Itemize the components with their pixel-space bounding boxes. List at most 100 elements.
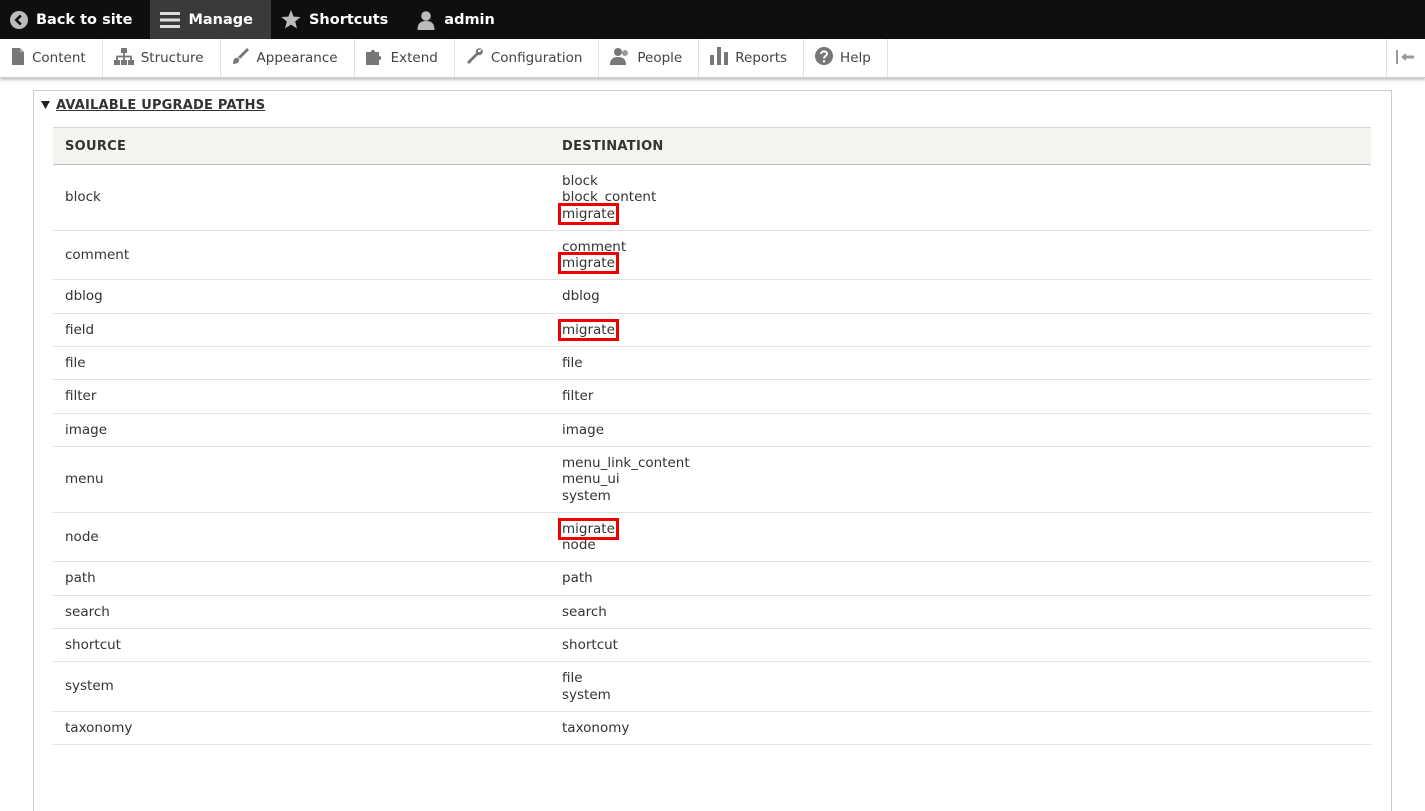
table-row: block block block_content migrate: [53, 164, 1371, 231]
table-row: menu menu_link_content menu_ui system: [53, 446, 1371, 513]
paintbrush-icon: [232, 47, 250, 69]
table-row: filter filter: [53, 379, 1371, 414]
destination-module: path: [562, 570, 593, 587]
file-icon: [11, 47, 25, 69]
source-cell: comment: [53, 230, 550, 281]
destination-module: migrate: [558, 252, 619, 275]
manage-tab[interactable]: Manage: [150, 0, 271, 39]
tray-item-label: Content: [32, 50, 86, 66]
table-row: path path: [53, 561, 1371, 596]
tray-item-label: Structure: [140, 50, 204, 66]
tray-item-label: Reports: [735, 50, 788, 66]
source-cell: taxonomy: [53, 711, 550, 746]
tray-item-content[interactable]: Content: [0, 39, 103, 77]
admin-toolbar: Back to site Manage Shortcuts admin: [0, 0, 1425, 39]
destination-cell: image: [550, 413, 1371, 447]
table-row: system file system: [53, 661, 1371, 712]
tray-item-label: Configuration: [490, 50, 583, 66]
shortcuts-tab[interactable]: Shortcuts: [271, 0, 406, 39]
table-row: node migrate node: [53, 512, 1371, 563]
table-row: file file: [53, 346, 1371, 381]
table-row: shortcut shortcut: [53, 628, 1371, 663]
source-cell: block: [53, 164, 550, 231]
destination-module: comment: [562, 238, 627, 255]
user-label: admin: [444, 11, 495, 28]
tray-item-people[interactable]: People: [599, 39, 700, 77]
hamburger-icon: [160, 11, 181, 29]
destination-module: file: [562, 355, 583, 372]
destination-cell: path: [550, 561, 1371, 596]
source-cell: image: [53, 413, 550, 447]
back-arrow-icon: [10, 10, 28, 29]
bar-chart-icon: [710, 47, 729, 69]
tray-item-structure[interactable]: Structure: [103, 39, 221, 77]
destination-module: file: [562, 670, 583, 687]
destination-module: node: [562, 537, 596, 554]
destination-module: dblog: [562, 288, 600, 305]
user-tab[interactable]: admin: [406, 0, 513, 39]
tray-item-label: Extend: [390, 50, 438, 66]
destination-cell: filter: [550, 379, 1371, 414]
destination-module: menu_link_content: [562, 454, 690, 471]
table-body: block block block_content migrate comment com…: [53, 164, 1371, 746]
source-cell: system: [53, 661, 550, 712]
tray-item-label: People: [637, 50, 683, 66]
tray-item-appearance[interactable]: Appearance: [221, 39, 355, 77]
shortcuts-label: Shortcuts: [308, 11, 389, 28]
source-cell: file: [53, 346, 550, 381]
tray-item-configuration[interactable]: Configuration: [455, 39, 600, 77]
people-icon: [610, 47, 630, 69]
table-row: taxonomy taxonomy: [53, 711, 1371, 746]
destination-module: system: [562, 686, 611, 703]
destination-module: migrate: [558, 202, 619, 225]
upgrade-paths-details: AVAILABLE UPGRADE PATHS SOURCE DESTINATI…: [33, 90, 1392, 811]
tray-item-label: Help: [840, 50, 871, 66]
destination-module: block_content: [562, 189, 657, 206]
admin-tray: Content Structure Appearance Extend Conf…: [0, 39, 1425, 78]
wrench-icon: [466, 47, 484, 69]
back-to-site-link[interactable]: Back to site: [0, 0, 150, 39]
sitemap-icon: [113, 47, 134, 69]
destination-module: shortcut: [562, 637, 618, 654]
destination-module: filter: [562, 388, 594, 405]
destination-module: system: [562, 487, 611, 504]
source-cell: search: [53, 595, 550, 630]
tray-item-extend[interactable]: Extend: [355, 39, 455, 77]
destination-module: migrate: [558, 517, 619, 540]
table-row: comment comment migrate: [53, 230, 1371, 281]
back-to-site-label: Back to site: [36, 11, 133, 28]
destination-cell: search: [550, 595, 1371, 630]
destination-cell: migrate: [550, 313, 1371, 348]
summary-label: AVAILABLE UPGRADE PATHS: [56, 98, 266, 113]
help-icon: [815, 47, 834, 69]
tray-item-help[interactable]: Help: [804, 39, 888, 77]
puzzle-icon: [365, 47, 384, 69]
upgrade-paths-table: SOURCE DESTINATION block block block_conte…: [53, 127, 1371, 746]
destination-column-header: DESTINATION: [550, 127, 1371, 165]
table-row: image image: [53, 413, 1371, 447]
tray-item-label: Appearance: [256, 50, 338, 66]
destination-module: block: [562, 173, 598, 189]
star-icon: [281, 10, 301, 29]
destination-cell: shortcut: [550, 628, 1371, 663]
upgrade-paths-summary[interactable]: AVAILABLE UPGRADE PATHS: [41, 98, 265, 113]
tray-orientation-toggle[interactable]: [1386, 39, 1425, 77]
tray-item-reports[interactable]: Reports: [699, 39, 805, 77]
destination-cell: migrate node: [550, 512, 1371, 563]
destination-module: menu_ui: [562, 471, 620, 488]
collapse-left-icon: [1396, 49, 1416, 68]
destination-cell: dblog: [550, 279, 1371, 314]
destination-module: taxonomy: [562, 719, 630, 736]
user-icon: [416, 10, 436, 30]
source-column-header: SOURCE: [53, 127, 550, 165]
destination-module: search: [562, 603, 607, 620]
table-header-row: SOURCE DESTINATION: [53, 127, 1371, 165]
destination-cell: file system: [550, 661, 1371, 712]
source-cell: field: [53, 313, 550, 348]
manage-label: Manage: [188, 11, 253, 28]
source-cell: node: [53, 512, 550, 563]
triangle-down-icon: [41, 98, 50, 113]
table-row: field migrate: [53, 313, 1371, 348]
source-cell: dblog: [53, 279, 550, 314]
source-cell: path: [53, 561, 550, 596]
